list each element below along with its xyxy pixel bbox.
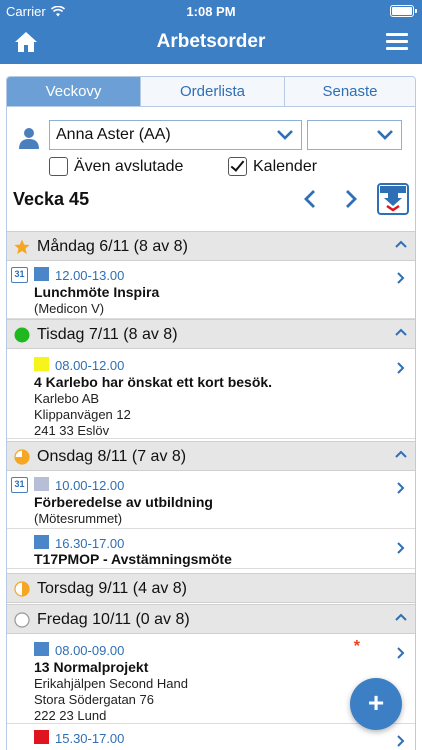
user-select[interactable]: Anna Aster (AA) xyxy=(49,120,302,150)
day-header-thursday[interactable]: Torsdag 9/11 (4 av 8) xyxy=(7,573,415,603)
appointment-detail: (Medicon V) xyxy=(34,301,105,316)
appointment-row[interactable]: 08.00-12.00 4 Karlebo har önskat ett kor… xyxy=(7,349,415,439)
appointment-city: 222 23 Lund xyxy=(34,708,107,723)
tab-orderlista[interactable]: Orderlista xyxy=(140,77,284,106)
chevron-right-icon[interactable] xyxy=(344,189,358,209)
color-swatch xyxy=(34,730,49,744)
color-swatch xyxy=(34,642,49,656)
user-icon xyxy=(19,128,39,149)
star-icon xyxy=(14,239,30,254)
appointment-title: Förberedelse av utbildning xyxy=(34,494,213,510)
status-time: 1:08 PM xyxy=(186,4,236,19)
chevron-down-icon xyxy=(377,130,393,140)
appointment-row[interactable]: 31 12.00-13.00 Lunchmöte Inspira (Medico… xyxy=(7,261,415,319)
appointment-street: Klippanvägen 12 xyxy=(34,407,131,422)
include-closed-checkbox[interactable] xyxy=(49,157,68,176)
appointment-detail: (Mötesrummet) xyxy=(34,511,123,526)
add-order-button[interactable]: + xyxy=(350,678,402,730)
chevron-left-icon[interactable] xyxy=(303,189,317,209)
include-closed-option[interactable]: Även avslutade xyxy=(49,157,183,176)
chevron-up-icon[interactable] xyxy=(395,613,407,621)
view-tabs: Veckovy Orderlista Senaste xyxy=(7,77,415,107)
chevron-right-icon[interactable] xyxy=(396,271,405,285)
chevron-right-icon[interactable] xyxy=(396,361,405,375)
appointment-title: Lunchmöte Inspira xyxy=(34,284,160,300)
chevron-right-icon[interactable] xyxy=(396,646,405,660)
priority-flag-icon: * xyxy=(353,638,360,655)
main-panel: Veckovy Orderlista Senaste Anna Aster (A… xyxy=(6,76,416,750)
appointment-customer: Erikahjälpen Second Hand xyxy=(34,676,188,691)
day-label: Fredag 10/11 (0 av 8) xyxy=(37,611,190,628)
appointment-row[interactable]: 31 10.00-12.00 Förberedelse av utbildnin… xyxy=(7,471,415,529)
day-label: Tisdag 7/11 (8 av 8) xyxy=(37,326,178,343)
calendar-icon: 31 xyxy=(11,477,28,493)
appointment-time: 10.00-12.00 xyxy=(55,478,125,493)
chevron-right-icon[interactable] xyxy=(396,481,405,495)
appointment-time: 08.00-12.00 xyxy=(55,358,125,373)
appointment-time: 12.00-13.00 xyxy=(55,268,125,283)
tab-senaste[interactable]: Senaste xyxy=(284,77,415,106)
day-header-tuesday[interactable]: Tisdag 7/11 (8 av 8) xyxy=(7,319,415,349)
status-half-icon xyxy=(14,581,30,597)
status-bar: Carrier 1:08 PM xyxy=(0,0,422,22)
battery-icon xyxy=(390,5,417,17)
tab-veckovy[interactable]: Veckovy xyxy=(7,77,140,106)
day-label: Torsdag 9/11 (4 av 8) xyxy=(37,580,188,597)
chevron-down-icon xyxy=(277,130,293,140)
include-closed-label: Även avslutade xyxy=(74,157,184,175)
appointment-title: 4 Karlebo har önskat ett kort besök. xyxy=(34,374,273,390)
calendar-checkbox[interactable] xyxy=(228,157,247,176)
page-title: Arbetsorder xyxy=(156,31,266,52)
week-title: Vecka 45 xyxy=(13,189,90,209)
chevron-up-icon[interactable] xyxy=(395,450,407,458)
calendar-label: Kalender xyxy=(253,157,318,175)
color-swatch xyxy=(34,357,49,371)
chevron-right-icon[interactable] xyxy=(396,734,405,748)
status-empty-icon xyxy=(14,612,30,628)
day-header-monday[interactable]: Måndag 6/11 (8 av 8) xyxy=(7,231,415,261)
appointment-time: 16.30-17.00 xyxy=(55,536,125,551)
chevron-up-icon[interactable] xyxy=(395,240,407,248)
color-swatch xyxy=(34,477,49,491)
appointment-street: Stora Södergatan 76 xyxy=(34,692,154,707)
status-partial-icon xyxy=(14,449,30,465)
appointment-time: 08.00-09.00 xyxy=(55,643,125,658)
download-icon[interactable] xyxy=(377,183,409,215)
appointment-city: 241 33 Eslöv xyxy=(34,423,110,438)
appointment-title: 13 Normalprojekt xyxy=(34,659,149,675)
appointment-title: T17PMOP - Avstämningsmöte xyxy=(34,551,232,567)
hamburger-menu-icon[interactable] xyxy=(386,33,408,51)
secondary-select[interactable] xyxy=(307,120,402,150)
user-select-value: Anna Aster (AA) xyxy=(56,126,171,143)
color-swatch xyxy=(34,535,49,549)
day-header-wednesday[interactable]: Onsdag 8/11 (7 av 8) xyxy=(7,441,415,471)
appointment-row[interactable]: 16.30-17.00 T17PMOP - Avstämningsmöte xyxy=(7,529,415,569)
calendar-option[interactable]: Kalender xyxy=(228,157,317,176)
day-header-friday[interactable]: Fredag 10/11 (0 av 8) xyxy=(7,604,415,634)
appointment-row[interactable]: 15.30-17.00 xyxy=(7,724,415,750)
plus-icon: + xyxy=(367,687,385,718)
status-full-icon xyxy=(14,327,30,343)
calendar-icon: 31 xyxy=(11,267,28,283)
chevron-up-icon[interactable] xyxy=(395,328,407,336)
chevron-right-icon[interactable] xyxy=(396,541,405,555)
color-swatch xyxy=(34,267,49,281)
day-label: Måndag 6/11 (8 av 8) xyxy=(37,238,188,255)
day-label: Onsdag 8/11 (7 av 8) xyxy=(37,448,187,465)
appointment-time: 15.30-17.00 xyxy=(55,731,125,746)
nav-bar: Arbetsorder xyxy=(0,22,422,64)
appointment-customer: Karlebo AB xyxy=(34,391,100,406)
